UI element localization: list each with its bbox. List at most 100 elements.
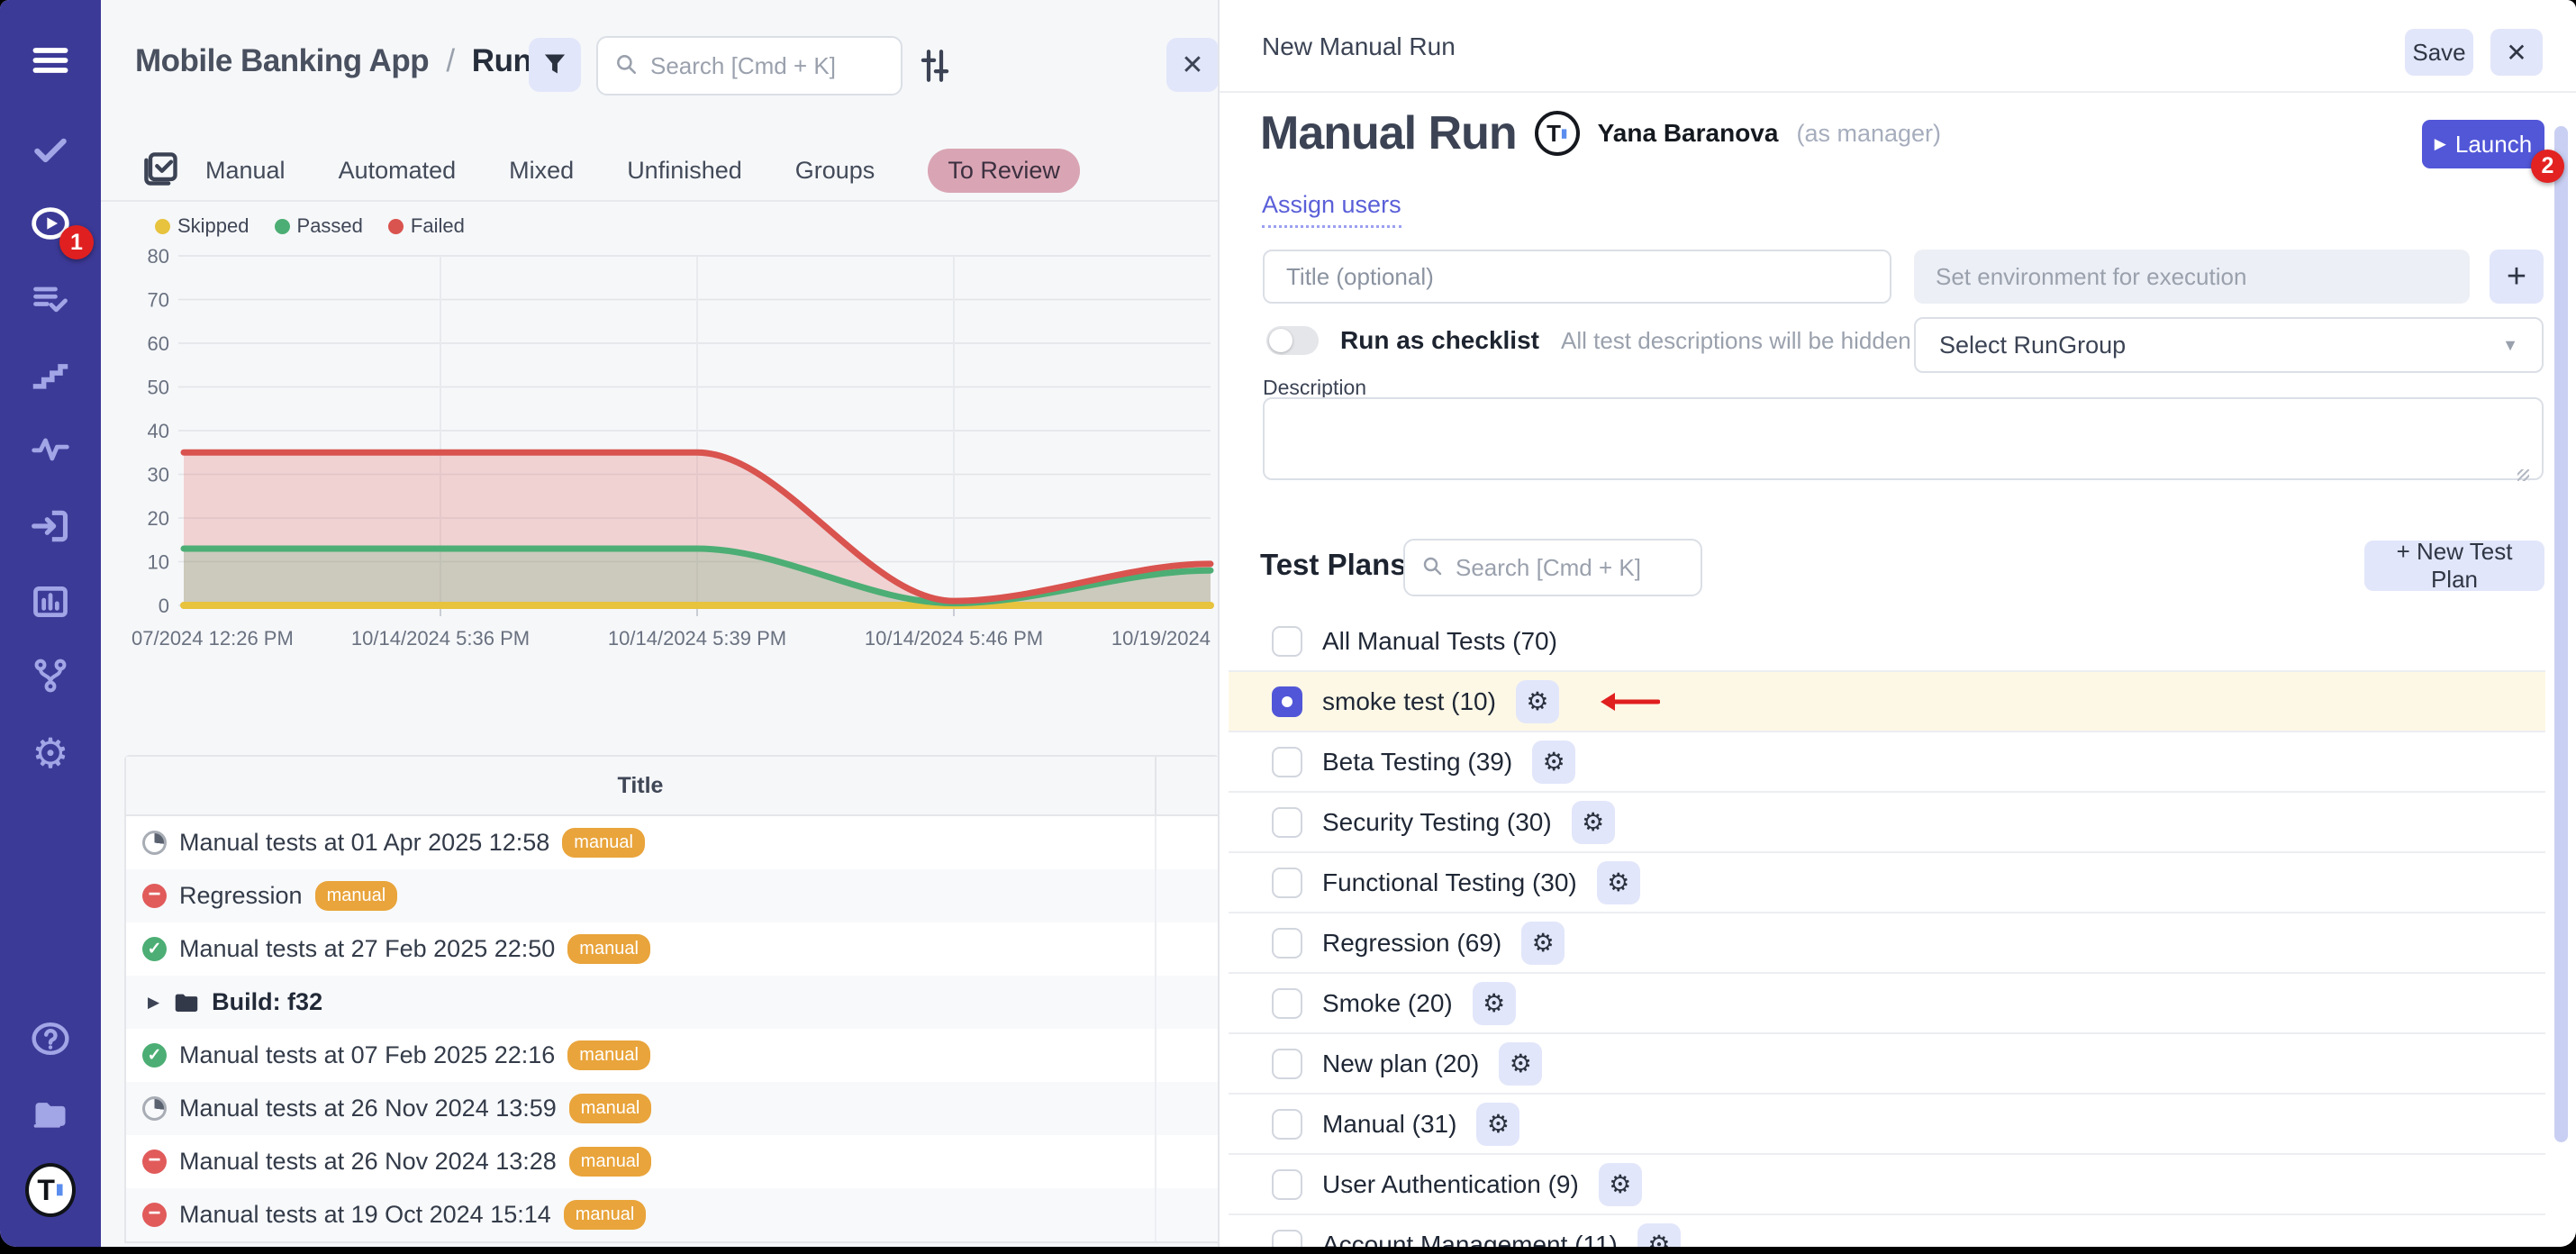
test-plan-row[interactable]: smoke test (10) ⚙ (1229, 672, 2545, 732)
run-title[interactable]: Regression (179, 882, 303, 910)
test-plan-label[interactable]: Functional Testing (30) (1322, 868, 1577, 897)
branch-icon[interactable] (25, 650, 76, 701)
menu-icon[interactable] (25, 35, 76, 86)
test-plan-label[interactable]: New plan (20) (1322, 1050, 1479, 1078)
import-icon[interactable] (25, 501, 76, 551)
runs-tab[interactable]: Groups (795, 157, 875, 185)
run-title[interactable]: Manual tests at 01 Apr 2025 12:58 (179, 829, 549, 857)
run-title[interactable]: Manual tests at 27 Feb 2025 22:50 (179, 935, 555, 963)
run-row[interactable]: ▶ Build: f32 (126, 976, 1218, 1029)
run-row[interactable]: Manual tests at 26 Nov 2024 13:28 manual (126, 1135, 1218, 1188)
run-row[interactable]: Manual tests at 27 Feb 2025 22:50 manual (126, 922, 1218, 976)
test-plan-settings-button[interactable]: ⚙ (1499, 1042, 1542, 1086)
test-plan-row[interactable]: Beta Testing (39) ⚙ (1229, 732, 2545, 793)
run-title[interactable]: Manual tests at 26 Nov 2024 13:59 (179, 1095, 557, 1122)
add-environment-button[interactable]: + (2490, 250, 2544, 304)
run-title-input[interactable] (1263, 250, 1891, 304)
launch-button[interactable]: ▶ Launch (2422, 120, 2544, 168)
run-row[interactable]: Manual tests at 01 Apr 2025 12:58 manual (126, 816, 1218, 869)
test-plan-settings-button[interactable]: ⚙ (1597, 861, 1640, 904)
test-plan-row[interactable]: Account Management (11) ⚙ (1229, 1215, 2545, 1247)
test-plan-checkbox[interactable] (1272, 807, 1302, 838)
legend-item[interactable]: Passed (275, 214, 363, 238)
run-row[interactable]: Manual tests at 07 Feb 2025 22:16 manual (126, 1029, 1218, 1082)
test-plans-search-input[interactable] (1454, 553, 1684, 583)
run-row[interactable]: Manual tests at 19 Oct 2024 15:14 manual (126, 1188, 1218, 1241)
run-row[interactable]: Manual tests at 26 Nov 2024 13:59 manual (126, 1082, 1218, 1135)
test-plans-icon[interactable] (25, 274, 76, 324)
test-plan-settings-button[interactable]: ⚙ (1637, 1223, 1681, 1248)
expand-caret-icon[interactable]: ▶ (148, 994, 159, 1012)
environment-input[interactable] (1914, 250, 2470, 304)
close-button[interactable]: ✕ (2490, 29, 2543, 76)
description-textarea[interactable] (1263, 397, 2544, 480)
tests-check-icon[interactable] (25, 124, 76, 175)
test-plan-row[interactable]: All Manual Tests (70) (1229, 612, 2545, 672)
test-plan-row[interactable]: New plan (20) ⚙ (1229, 1034, 2545, 1095)
filter-button[interactable] (529, 38, 581, 92)
test-plan-label[interactable]: Account Management (11) (1322, 1231, 1618, 1248)
test-plan-row[interactable]: Manual (31) ⚙ (1229, 1095, 2545, 1155)
test-plan-row[interactable]: Regression (69) ⚙ (1229, 913, 2545, 974)
settings-gear-icon[interactable]: ⚙ (25, 728, 76, 778)
test-plan-settings-button[interactable]: ⚙ (1599, 1163, 1642, 1206)
test-plan-checkbox[interactable] (1272, 1230, 1302, 1248)
runs-tab[interactable]: Mixed (509, 157, 574, 185)
runs-tab[interactable]: Automated (339, 157, 457, 185)
adjustments-icon[interactable] (916, 47, 954, 85)
test-plan-settings-button[interactable]: ⚙ (1516, 680, 1559, 723)
select-runs-icon[interactable] (141, 149, 180, 188)
help-icon[interactable] (25, 1013, 76, 1064)
test-plan-label[interactable]: Security Testing (30) (1322, 808, 1552, 837)
test-plan-row[interactable]: Functional Testing (30) ⚙ (1229, 853, 2545, 913)
test-plan-label[interactable]: All Manual Tests (70) (1322, 627, 1557, 656)
test-plan-settings-button[interactable]: ⚙ (1473, 982, 1516, 1025)
test-plan-checkbox[interactable] (1272, 868, 1302, 898)
run-title[interactable]: Manual tests at 19 Oct 2024 15:14 (179, 1201, 551, 1229)
test-plan-checkbox[interactable] (1272, 1049, 1302, 1079)
runs-search-input[interactable] (649, 51, 884, 81)
test-plan-checkbox[interactable] (1272, 626, 1302, 657)
test-plan-checkbox[interactable] (1272, 686, 1302, 717)
test-plan-settings-button[interactable]: ⚙ (1572, 801, 1615, 844)
runs-tab[interactable]: Manual (205, 157, 286, 185)
test-plan-checkbox[interactable] (1272, 988, 1302, 1019)
test-plan-checkbox[interactable] (1272, 928, 1302, 959)
test-plan-row[interactable]: Security Testing (30) ⚙ (1229, 793, 2545, 853)
breadcrumb-project[interactable]: Mobile Banking App (135, 43, 429, 78)
test-plan-label[interactable]: User Authentication (9) (1322, 1170, 1579, 1199)
title-column-header[interactable]: Title (126, 757, 1155, 814)
run-as-checklist-toggle[interactable] (1266, 326, 1319, 355)
run-row[interactable]: Regression manual (126, 869, 1218, 922)
legend-item[interactable]: Skipped (155, 214, 249, 238)
test-plan-checkbox[interactable] (1272, 1109, 1302, 1140)
runs-tab[interactable]: To Review (928, 149, 1080, 193)
new-test-plan-button[interactable]: + New Test Plan (2364, 541, 2544, 591)
rungroup-select[interactable]: Select RunGroup ▼ (1914, 317, 2544, 373)
test-plan-checkbox[interactable] (1272, 747, 1302, 777)
scrollbar-thumb[interactable] (2554, 126, 2568, 1142)
test-plan-label[interactable]: Regression (69) (1322, 929, 1501, 958)
test-plan-settings-button[interactable]: ⚙ (1521, 922, 1565, 965)
test-plan-checkbox[interactable] (1272, 1169, 1302, 1200)
test-plan-row[interactable]: User Authentication (9) ⚙ (1229, 1155, 2545, 1215)
test-plan-row[interactable]: Smoke (20) ⚙ (1229, 974, 2545, 1034)
close-panel-button[interactable]: ✕ (1166, 38, 1218, 92)
assign-users-link[interactable]: Assign users (1262, 191, 1401, 228)
pulse-icon[interactable] (25, 423, 76, 474)
test-plan-label[interactable]: Manual (31) (1322, 1110, 1456, 1139)
legend-item[interactable]: Failed (388, 214, 465, 238)
docs-folder-icon[interactable] (25, 1089, 76, 1140)
test-plan-label[interactable]: smoke test (10) (1322, 687, 1496, 716)
runs-tab[interactable]: Unfinished (627, 157, 742, 185)
run-title[interactable]: Manual tests at 07 Feb 2025 22:16 (179, 1041, 555, 1069)
test-plan-label[interactable]: Beta Testing (39) (1322, 748, 1512, 777)
run-title[interactable]: Manual tests at 26 Nov 2024 13:28 (179, 1148, 557, 1176)
test-plan-label[interactable]: Smoke (20) (1322, 989, 1453, 1018)
save-button[interactable]: Save (2405, 29, 2473, 76)
app-logo[interactable]: T▮ (25, 1165, 76, 1215)
test-plan-settings-button[interactable]: ⚙ (1532, 741, 1575, 784)
run-title[interactable]: Build: f32 (212, 988, 322, 1016)
analytics-icon[interactable] (25, 577, 76, 627)
steps-icon[interactable] (25, 350, 76, 400)
